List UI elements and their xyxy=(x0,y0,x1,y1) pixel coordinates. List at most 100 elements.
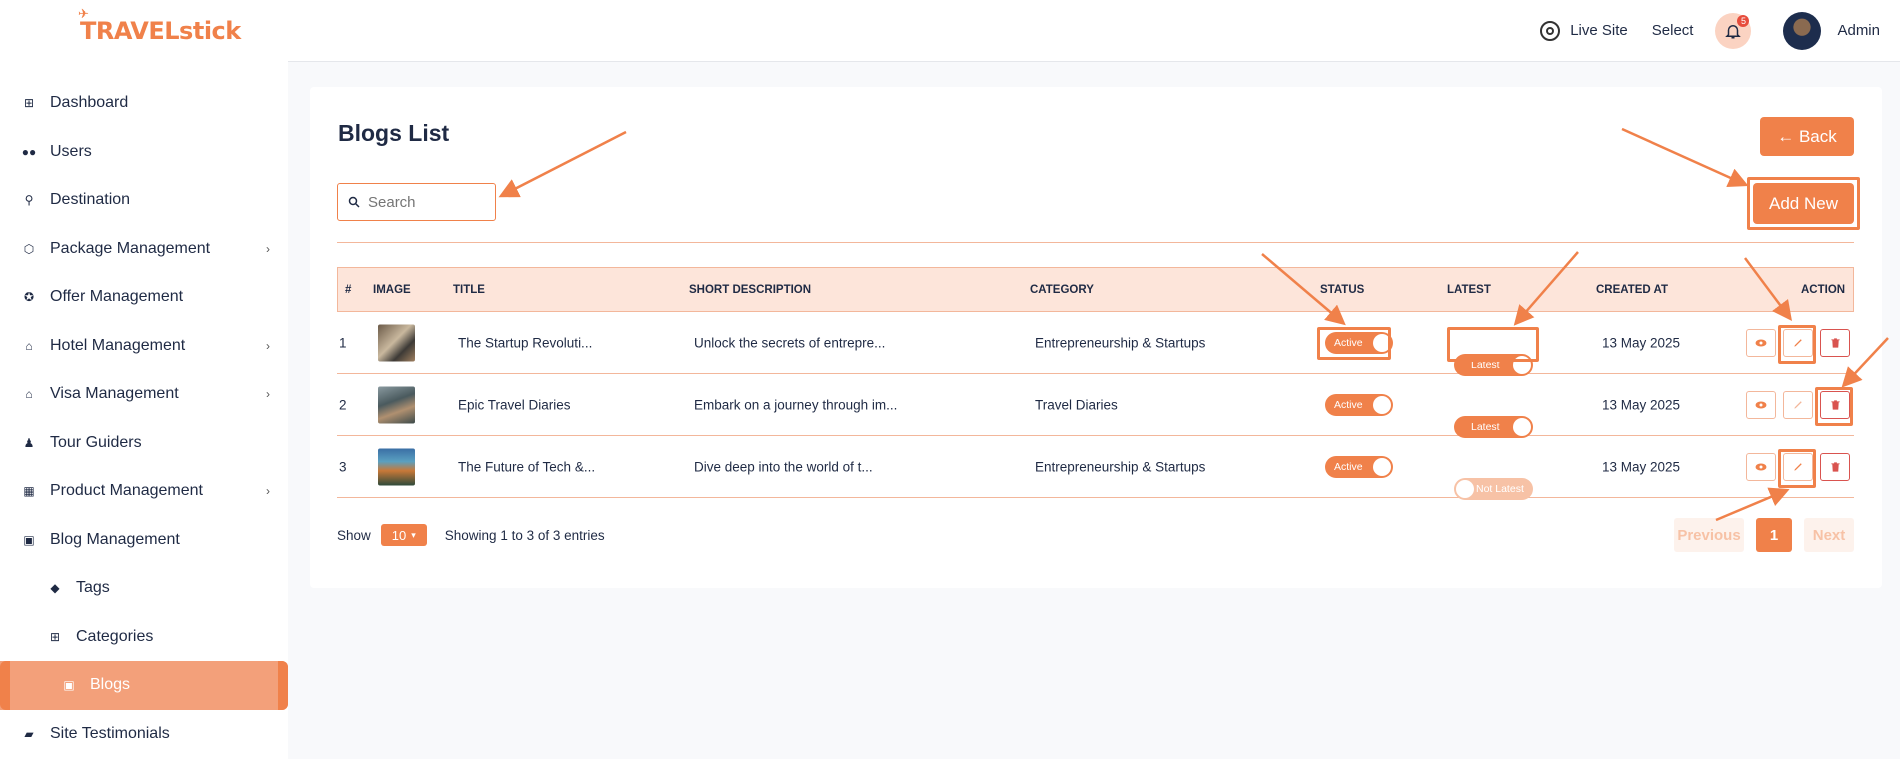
col-short-description: SHORT DESCRIPTION xyxy=(689,283,812,296)
blog-description: Embark on a journey through im... xyxy=(694,397,898,412)
divider xyxy=(337,242,1854,243)
toggle-knob xyxy=(1456,479,1474,498)
sidebar-item-tags[interactable]: ◆ Tags xyxy=(0,564,288,613)
toggle-knob xyxy=(1373,395,1391,414)
sidebar-item-offer-management[interactable]: ✪ Offer Management xyxy=(0,273,288,322)
edit-button[interactable] xyxy=(1783,390,1813,419)
created-at: 13 May 2025 xyxy=(1602,335,1681,350)
chevron-right-icon: › xyxy=(266,241,270,256)
eye-icon xyxy=(1755,463,1767,470)
status-toggle[interactable]: Active xyxy=(1325,331,1393,354)
trash-icon xyxy=(1830,461,1840,472)
notifications-button[interactable]: 5 xyxy=(1715,12,1752,49)
sidebar-item-categories[interactable]: ⊞ Categories xyxy=(0,613,288,662)
toggle-knob xyxy=(1513,355,1531,374)
col-created-at: CREATED AT xyxy=(1596,283,1668,296)
next-page-button[interactable]: Next xyxy=(1804,518,1854,552)
col-latest: LATEST xyxy=(1447,283,1491,296)
latest-toggle[interactable]: Latest xyxy=(1454,415,1533,438)
users-icon: ●● xyxy=(21,144,37,159)
latest-toggle[interactable]: Not Latest xyxy=(1454,477,1533,500)
blogs-table: # IMAGE TITLE SHORT DESCRIPTION CATEGORY… xyxy=(337,267,1854,500)
status-toggle[interactable]: Active xyxy=(1325,455,1393,478)
sidebar-item-product-management[interactable]: ▦ Product Management › xyxy=(0,467,288,516)
blog-thumbnail xyxy=(378,324,415,361)
blog-title: Epic Travel Diaries xyxy=(458,397,571,412)
sidebar-item-site-testimonials[interactable]: ▰ Site Testimonials xyxy=(0,710,288,759)
sidebar-item-hotel-management[interactable]: ⌂ Hotel Management › xyxy=(0,322,288,371)
trash-icon xyxy=(1830,337,1840,348)
row-number: 3 xyxy=(339,459,347,474)
logo-text: ✈ TRAVELstick xyxy=(78,7,241,45)
blog-category: Entrepreneurship & Startups xyxy=(1035,459,1206,474)
search-input[interactable] xyxy=(368,193,488,211)
row-number: 2 xyxy=(339,397,347,412)
col-category: CATEGORY xyxy=(1030,283,1094,296)
hotel-icon: ⌂ xyxy=(25,338,33,353)
notification-badge: 5 xyxy=(1737,14,1750,27)
col-image: IMAGE xyxy=(373,283,411,296)
table-row: 1 The Startup Revoluti... Unlock the sec… xyxy=(337,312,1854,376)
page-size-select[interactable]: 10 ▾ xyxy=(380,524,427,546)
testimonial-icon: ▰ xyxy=(24,726,34,741)
add-new-button[interactable]: Add New xyxy=(1753,183,1854,224)
view-button[interactable] xyxy=(1746,390,1776,419)
search-box[interactable] xyxy=(337,183,496,221)
blog-thumbnail xyxy=(378,448,415,485)
sidebar-item-users[interactable]: ●● Users xyxy=(0,128,288,177)
select-dropdown[interactable]: Select xyxy=(1652,22,1694,39)
page-size-control: Show 10 ▾ Showing 1 to 3 of 3 entries xyxy=(337,524,605,546)
chevron-right-icon: › xyxy=(266,387,270,402)
back-button[interactable]: ← Back xyxy=(1760,117,1854,156)
table-row: 2 Epic Travel Diaries Embark on a journe… xyxy=(337,374,1854,438)
view-button[interactable] xyxy=(1746,452,1776,481)
sidebar-item-blogs[interactable]: ▣ Blogs xyxy=(0,661,288,710)
avatar[interactable] xyxy=(1783,11,1822,50)
col-number: # xyxy=(345,283,352,296)
grid-icon: ▦ xyxy=(23,484,35,499)
chevron-right-icon: › xyxy=(266,484,270,499)
toggle-knob xyxy=(1373,457,1391,476)
search-icon xyxy=(348,196,360,208)
logo[interactable]: ✈ TRAVELstick xyxy=(0,0,288,62)
sidebar-nav: ⊞ Dashboard ●● Users ⚲ Destination ⬡ Package… xyxy=(0,79,288,758)
col-action: ACTION xyxy=(1801,283,1846,296)
edit-button[interactable] xyxy=(1783,328,1813,357)
status-toggle[interactable]: Active xyxy=(1325,393,1393,416)
blog-thumbnail xyxy=(378,386,415,423)
page-1-button[interactable]: 1 xyxy=(1756,518,1792,552)
visa-icon: ⌂ xyxy=(25,387,33,402)
live-site-icon xyxy=(1540,20,1561,41)
blog-title: The Future of Tech &... xyxy=(458,459,596,474)
sidebar-item-destination[interactable]: ⚲ Destination xyxy=(0,176,288,225)
live-site-link[interactable]: Live Site xyxy=(1540,20,1628,41)
plane-icon: ✈ xyxy=(78,7,89,22)
blog-icon: ▣ xyxy=(23,532,35,547)
top-header: Live Site Select 5 Admin xyxy=(288,0,1900,62)
latest-toggle[interactable]: Latest xyxy=(1454,353,1533,376)
pencil-icon xyxy=(1793,401,1802,409)
edit-button[interactable] xyxy=(1783,452,1813,481)
view-button[interactable] xyxy=(1746,328,1776,357)
sidebar-item-tour-guiders[interactable]: ♟ Tour Guiders xyxy=(0,419,288,468)
delete-button[interactable] xyxy=(1820,328,1850,357)
delete-button[interactable] xyxy=(1820,452,1850,481)
box-icon: ⬡ xyxy=(23,241,35,256)
sidebar-item-visa-management[interactable]: ⌂ Visa Management › xyxy=(0,370,288,419)
row-number: 1 xyxy=(339,335,347,350)
location-pin-icon: ⚲ xyxy=(24,193,34,208)
delete-button[interactable] xyxy=(1820,390,1850,419)
previous-page-button[interactable]: Previous xyxy=(1674,518,1744,552)
eye-icon xyxy=(1755,339,1767,346)
sidebar-item-dashboard[interactable]: ⊞ Dashboard xyxy=(0,79,288,128)
sidebar-item-blog-management[interactable]: ▣ Blog Management xyxy=(0,516,288,565)
user-menu[interactable]: Admin xyxy=(1837,22,1880,39)
created-at: 13 May 2025 xyxy=(1602,397,1681,412)
chevron-down-icon: ▾ xyxy=(411,529,416,540)
sidebar-item-package-management[interactable]: ⬡ Package Management › xyxy=(0,225,288,274)
blog-title: The Startup Revoluti... xyxy=(458,335,593,350)
categories-icon: ⊞ xyxy=(49,629,61,644)
dashboard-icon: ⊞ xyxy=(23,96,35,111)
chevron-right-icon: › xyxy=(266,338,270,353)
col-status: STATUS xyxy=(1320,283,1365,296)
